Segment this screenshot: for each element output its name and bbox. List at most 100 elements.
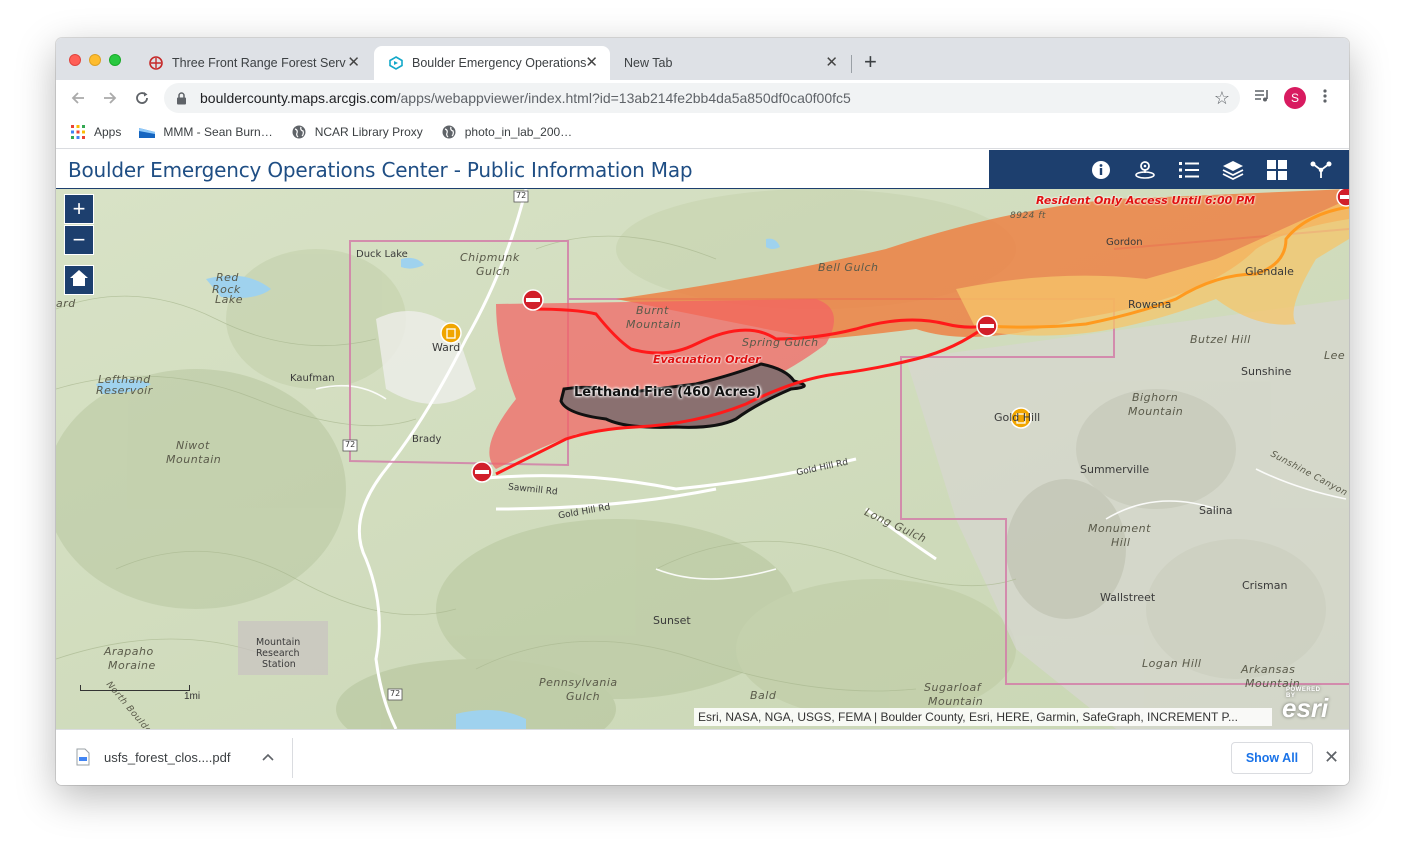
- place-label: Mountain: [1128, 405, 1184, 418]
- back-icon[interactable]: [66, 86, 90, 110]
- tab-title: Three Front Range Forest Serv: [172, 56, 346, 70]
- place-label: Bald: [750, 689, 777, 702]
- url-path: /apps/webappviewer/index.html?id=13ab214…: [396, 90, 851, 106]
- zoom-in-button[interactable]: +: [64, 194, 94, 224]
- download-shelf: usfs_forest_clos....pdf Show All ✕: [56, 729, 1349, 785]
- place-label: Summerville: [1080, 463, 1150, 476]
- place-label: Rowena: [1128, 298, 1172, 311]
- tab-title: Boulder Emergency Operations: [412, 56, 587, 70]
- divider: [292, 738, 293, 778]
- place-label: Reservoir: [96, 384, 153, 397]
- more-menu-icon[interactable]: [1322, 88, 1328, 109]
- zoom-out-button[interactable]: −: [64, 225, 94, 255]
- bookmark-ncar[interactable]: NCAR Library Proxy: [291, 124, 423, 140]
- place-label: Sunset: [653, 614, 691, 627]
- tab-usfs[interactable]: Three Front Range Forest Serv ✕: [134, 46, 372, 80]
- home-button[interactable]: [64, 265, 94, 295]
- place-label: Gold Hill: [994, 411, 1041, 424]
- minimize-window-button[interactable]: [89, 54, 101, 66]
- globe-icon: [441, 124, 457, 140]
- place-label: Salina: [1199, 504, 1233, 517]
- usfs-icon: [148, 55, 164, 71]
- place-label: ard: [56, 297, 76, 310]
- close-window-button[interactable]: [69, 54, 81, 66]
- place-label: Lake: [215, 293, 244, 306]
- address-bar[interactable]: bouldercounty.maps.arcgis.com/apps/webap…: [164, 83, 1240, 113]
- topographic-basemap: [56, 189, 1349, 729]
- place-label: Butzel Hill: [1190, 333, 1251, 346]
- place-label: Gulch: [476, 265, 511, 278]
- layers-icon[interactable]: [1220, 157, 1246, 183]
- maximize-window-button[interactable]: [109, 54, 121, 66]
- forward-icon[interactable]: [98, 86, 122, 110]
- resident-only-label: Resident Only Access Until 6:00 PM: [1036, 194, 1256, 207]
- widget-toolbar: [989, 150, 1349, 189]
- close-shelf-icon[interactable]: ✕: [1324, 747, 1339, 768]
- place-label: Crisman: [1242, 579, 1288, 592]
- lock-icon: [176, 91, 190, 105]
- page-title: Boulder Emergency Operations Center - Pu…: [68, 158, 693, 182]
- download-filename: usfs_forest_clos....pdf: [104, 749, 231, 765]
- analysis-icon[interactable]: [1132, 157, 1158, 183]
- mmm-icon: [139, 124, 156, 140]
- browser-window: Three Front Range Forest Serv ✕ Boulder …: [56, 38, 1349, 785]
- place-label: Niwot: [176, 439, 210, 452]
- new-tab-button[interactable]: +: [864, 51, 877, 73]
- webappbuilder-icon: [388, 55, 404, 71]
- close-tab-icon[interactable]: ✕: [825, 55, 838, 71]
- place-label: Research: [256, 648, 300, 659]
- bookmark-photo[interactable]: photo_in_lab_200…: [441, 124, 572, 140]
- place-label: Gulch: [566, 690, 601, 703]
- place-label: Mountain: [256, 637, 301, 648]
- place-label: Gordon: [1106, 237, 1143, 248]
- show-all-button[interactable]: Show All: [1231, 742, 1313, 774]
- close-tab-icon[interactable]: ✕: [585, 55, 598, 71]
- globe-icon: [291, 124, 307, 140]
- bookmark-mmm[interactable]: MMM - Sean Burn…: [139, 124, 273, 140]
- place-label: Chipmunk: [460, 251, 520, 264]
- download-item[interactable]: usfs_forest_clos....pdf: [76, 748, 230, 766]
- place-label: Station: [262, 659, 296, 670]
- place-label: Arapaho: [104, 645, 154, 658]
- place-label: Bighorn: [1132, 391, 1179, 404]
- info-icon[interactable]: [1088, 157, 1114, 183]
- home-icon: [69, 269, 89, 292]
- place-label: Burnt: [636, 304, 669, 317]
- place-label: Brady: [412, 434, 442, 445]
- place-label: Mountain: [166, 453, 222, 466]
- place-label: Glendale: [1245, 265, 1294, 278]
- tab-strip: Three Front Range Forest Serv ✕ Boulder …: [56, 38, 1349, 80]
- profile-avatar[interactable]: S: [1284, 87, 1306, 109]
- url-text: bouldercounty.maps.arcgis.com/apps/webap…: [200, 90, 851, 106]
- media-control-icon[interactable]: [1254, 88, 1270, 109]
- legend-icon[interactable]: [1176, 157, 1202, 183]
- share-icon[interactable]: [1308, 157, 1334, 183]
- place-label: Sunshine: [1241, 365, 1292, 378]
- place-label: Mountain: [626, 318, 682, 331]
- tab-boulder-eoc[interactable]: Boulder Emergency Operations ✕: [374, 46, 610, 80]
- place-label: Spring Gulch: [742, 336, 819, 349]
- tab-new-tab[interactable]: New Tab ✕: [612, 46, 850, 80]
- url-domain: bouldercounty.maps.arcgis.com: [200, 90, 397, 106]
- map-view[interactable]: 72 72 72 Resident Only Access Until 6:00…: [56, 189, 1349, 729]
- pdf-file-icon: [76, 748, 90, 766]
- highway-shield: 72: [390, 689, 401, 698]
- esri-logo[interactable]: POWERED BY esri: [1282, 687, 1328, 724]
- bookmark-apps[interactable]: Apps: [70, 124, 121, 140]
- basemap-gallery-icon[interactable]: [1264, 157, 1290, 183]
- tab-separator: [851, 55, 852, 73]
- place-label: Moraine: [108, 659, 156, 672]
- map-attribution[interactable]: Esri, NASA, NGA, USGS, FEMA | Boulder Co…: [694, 708, 1272, 726]
- place-label: Wallstreet: [1100, 591, 1156, 604]
- evacuation-order-label: Evacuation Order: [653, 353, 761, 366]
- bookmark-star-icon[interactable]: ☆: [1214, 88, 1230, 109]
- chevron-up-icon[interactable]: [262, 748, 274, 764]
- reload-icon[interactable]: [130, 86, 154, 110]
- road-closure-marker: [522, 289, 544, 311]
- bookmark-label: MMM - Sean Burn…: [163, 125, 273, 139]
- place-label: Kaufman: [290, 373, 335, 384]
- scale-bar: [80, 685, 190, 691]
- place-label: Pennsylvania: [539, 676, 618, 689]
- close-tab-icon[interactable]: ✕: [347, 55, 360, 71]
- powered-by-label: POWERED BY: [1286, 687, 1321, 699]
